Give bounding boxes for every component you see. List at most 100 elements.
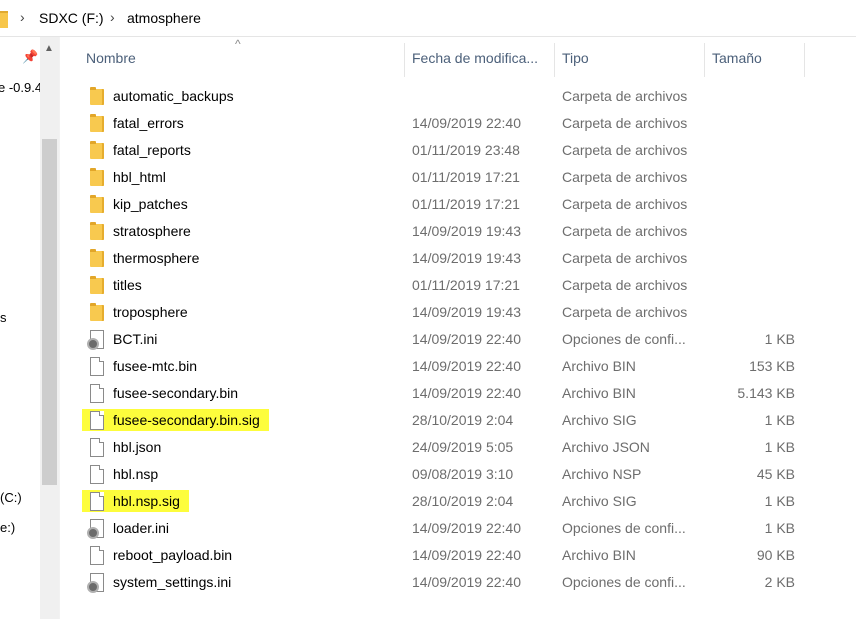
file-size: 153 KB xyxy=(749,358,795,374)
nav-item-fragment[interactable]: (C:) xyxy=(0,490,22,505)
file-name: fatal_errors xyxy=(113,115,184,131)
file-row[interactable]: system_settings.ini 14/09/2019 22:40 Opcio… xyxy=(60,569,856,596)
folder-icon xyxy=(90,195,104,213)
column-separator[interactable] xyxy=(554,43,555,77)
file-date: 01/11/2019 17:21 xyxy=(412,277,520,293)
column-separator[interactable] xyxy=(404,43,405,77)
file-date: 14/09/2019 22:40 xyxy=(412,574,521,590)
file-row[interactable]: fusee-secondary.bin 14/09/2019 22:40 Archi… xyxy=(60,380,856,407)
file-date: 14/09/2019 22:40 xyxy=(412,331,521,347)
nav-item-fragment[interactable]: e:) xyxy=(0,520,15,535)
file-type: Carpeta de archivos xyxy=(562,169,688,185)
file-size: 1 KB xyxy=(764,331,795,347)
file-size: 1 KB xyxy=(764,412,795,428)
file-type: Archivo JSON xyxy=(562,439,650,455)
file-row[interactable]: reboot_payload.bin 14/09/2019 22:40 Archiv… xyxy=(60,542,856,569)
settings-file-icon xyxy=(87,573,104,593)
gear-icon xyxy=(87,581,99,593)
file-name: thermosphere xyxy=(113,250,200,266)
file-type: Opciones de confi... xyxy=(562,520,686,536)
file-row[interactable]: fatal_errors 14/09/2019 22:40 Carpeta de a… xyxy=(60,110,856,137)
file-type: Opciones de confi... xyxy=(562,331,686,347)
file-type: Carpeta de archivos xyxy=(562,142,688,158)
file-date: 01/11/2019 17:21 xyxy=(412,196,520,212)
file-icon xyxy=(90,411,104,430)
file-row[interactable]: troposphere 14/09/2019 19:43 Carpeta de ar… xyxy=(60,299,856,326)
folder-icon xyxy=(90,87,104,105)
file-name: titles xyxy=(113,277,142,293)
file-icon xyxy=(90,465,104,484)
pin-icon[interactable]: 📌 xyxy=(22,49,38,65)
file-date: 14/09/2019 22:40 xyxy=(412,385,521,401)
file-name: hbl_html xyxy=(113,169,166,185)
column-size-header[interactable]: Tamaño xyxy=(712,50,762,66)
file-name: BCT.ini xyxy=(113,331,158,347)
file-row[interactable]: automatic_backups Carpeta de archivos xyxy=(60,83,856,110)
file-name: fusee-secondary.bin.sig xyxy=(82,409,269,431)
file-date: 24/09/2019 5:05 xyxy=(412,439,514,455)
file-row[interactable]: hbl.json 24/09/2019 5:05 Archivo JSON 1 KB xyxy=(60,434,856,461)
nav-item-fragment[interactable]: e -0.9.4 xyxy=(0,80,42,95)
file-row[interactable]: stratosphere 14/09/2019 19:43 Carpeta de a… xyxy=(60,218,856,245)
folder-icon xyxy=(90,303,104,321)
file-type: Carpeta de archivos xyxy=(562,277,688,293)
file-icon xyxy=(90,357,104,376)
file-name: fatal_reports xyxy=(113,142,191,158)
file-date: 28/10/2019 2:04 xyxy=(412,412,514,428)
folder-icon xyxy=(90,249,104,267)
file-date: 01/11/2019 17:21 xyxy=(412,169,520,185)
chevron-right-icon[interactable]: › xyxy=(110,9,115,25)
file-name: troposphere xyxy=(113,304,188,320)
file-row[interactable]: hbl.nsp.sig 28/10/2019 2:04 Archivo SIG 1 K… xyxy=(60,488,856,515)
scroll-up-arrow-icon[interactable]: ▲ xyxy=(44,43,54,54)
file-type: Archivo BIN xyxy=(562,547,636,563)
column-date-header[interactable]: Fecha de modifica... xyxy=(412,50,538,66)
file-type: Archivo SIG xyxy=(562,412,637,428)
file-name: hbl.nsp xyxy=(113,466,159,482)
file-row[interactable]: titles 01/11/2019 17:21 Carpeta de archivo… xyxy=(60,272,856,299)
column-header: ^ Nombre Fecha de modifica... Tipo Tamañ… xyxy=(60,37,856,83)
gear-icon xyxy=(87,527,99,539)
breadcrumb-folder[interactable]: atmosphere xyxy=(127,10,201,26)
chevron-right-icon[interactable]: › xyxy=(20,9,25,25)
file-row[interactable]: thermosphere 14/09/2019 19:43 Carpeta de a… xyxy=(60,245,856,272)
file-size: 90 KB xyxy=(756,547,795,563)
column-separator[interactable] xyxy=(804,43,805,77)
column-separator[interactable] xyxy=(704,43,705,77)
file-list: automatic_backups Carpeta de archivos fata… xyxy=(60,83,856,596)
file-row[interactable]: fusee-mtc.bin 14/09/2019 22:40 Archivo BIN… xyxy=(60,353,856,380)
file-name: fusee-secondary.bin xyxy=(113,385,239,401)
file-date: 14/09/2019 22:40 xyxy=(412,358,521,374)
file-date: 28/10/2019 2:04 xyxy=(412,493,514,509)
file-type: Archivo SIG xyxy=(562,493,637,509)
file-type: Carpeta de archivos xyxy=(562,250,688,266)
file-name: stratosphere xyxy=(113,223,191,239)
file-row[interactable]: hbl_html 01/11/2019 17:21 Carpeta de archi… xyxy=(60,164,856,191)
folder-icon xyxy=(90,114,104,132)
file-name: reboot_payload.bin xyxy=(113,547,233,563)
file-row[interactable]: BCT.ini 14/09/2019 22:40 Opciones de confi… xyxy=(60,326,856,353)
settings-file-icon xyxy=(87,519,104,539)
column-name-header[interactable]: Nombre xyxy=(86,50,136,66)
file-date: 09/08/2019 3:10 xyxy=(412,466,514,482)
nav-item-fragment[interactable]: s xyxy=(0,310,7,325)
file-name: automatic_backups xyxy=(113,88,234,104)
breadcrumb-drive[interactable]: SDXC (F:) xyxy=(39,10,104,26)
settings-file-icon xyxy=(87,330,104,350)
file-name: loader.ini xyxy=(113,520,170,536)
file-row[interactable]: hbl.nsp 09/08/2019 3:10 Archivo NSP 45 KB xyxy=(60,461,856,488)
file-date: 01/11/2019 23:48 xyxy=(412,142,520,158)
scrollbar-thumb[interactable] xyxy=(42,139,57,485)
nav-scrollbar[interactable]: ▲ xyxy=(40,37,59,619)
address-bar[interactable]: › SDXC (F:) › atmosphere xyxy=(0,0,856,37)
column-type-header[interactable]: Tipo xyxy=(562,50,589,66)
folder-icon xyxy=(90,276,104,294)
file-icon xyxy=(90,546,104,565)
file-row[interactable]: kip_patches 01/11/2019 17:21 Carpeta de ar… xyxy=(60,191,856,218)
file-icon xyxy=(90,492,104,511)
file-row[interactable]: fatal_reports 01/11/2019 23:48 Carpeta de … xyxy=(60,137,856,164)
file-row[interactable]: fusee-secondary.bin.sig 28/10/2019 2:04 Ar… xyxy=(60,407,856,434)
file-icon xyxy=(90,438,104,457)
file-row[interactable]: loader.ini 14/09/2019 22:40 Opciones de co… xyxy=(60,515,856,542)
file-name: hbl.json xyxy=(113,439,162,455)
